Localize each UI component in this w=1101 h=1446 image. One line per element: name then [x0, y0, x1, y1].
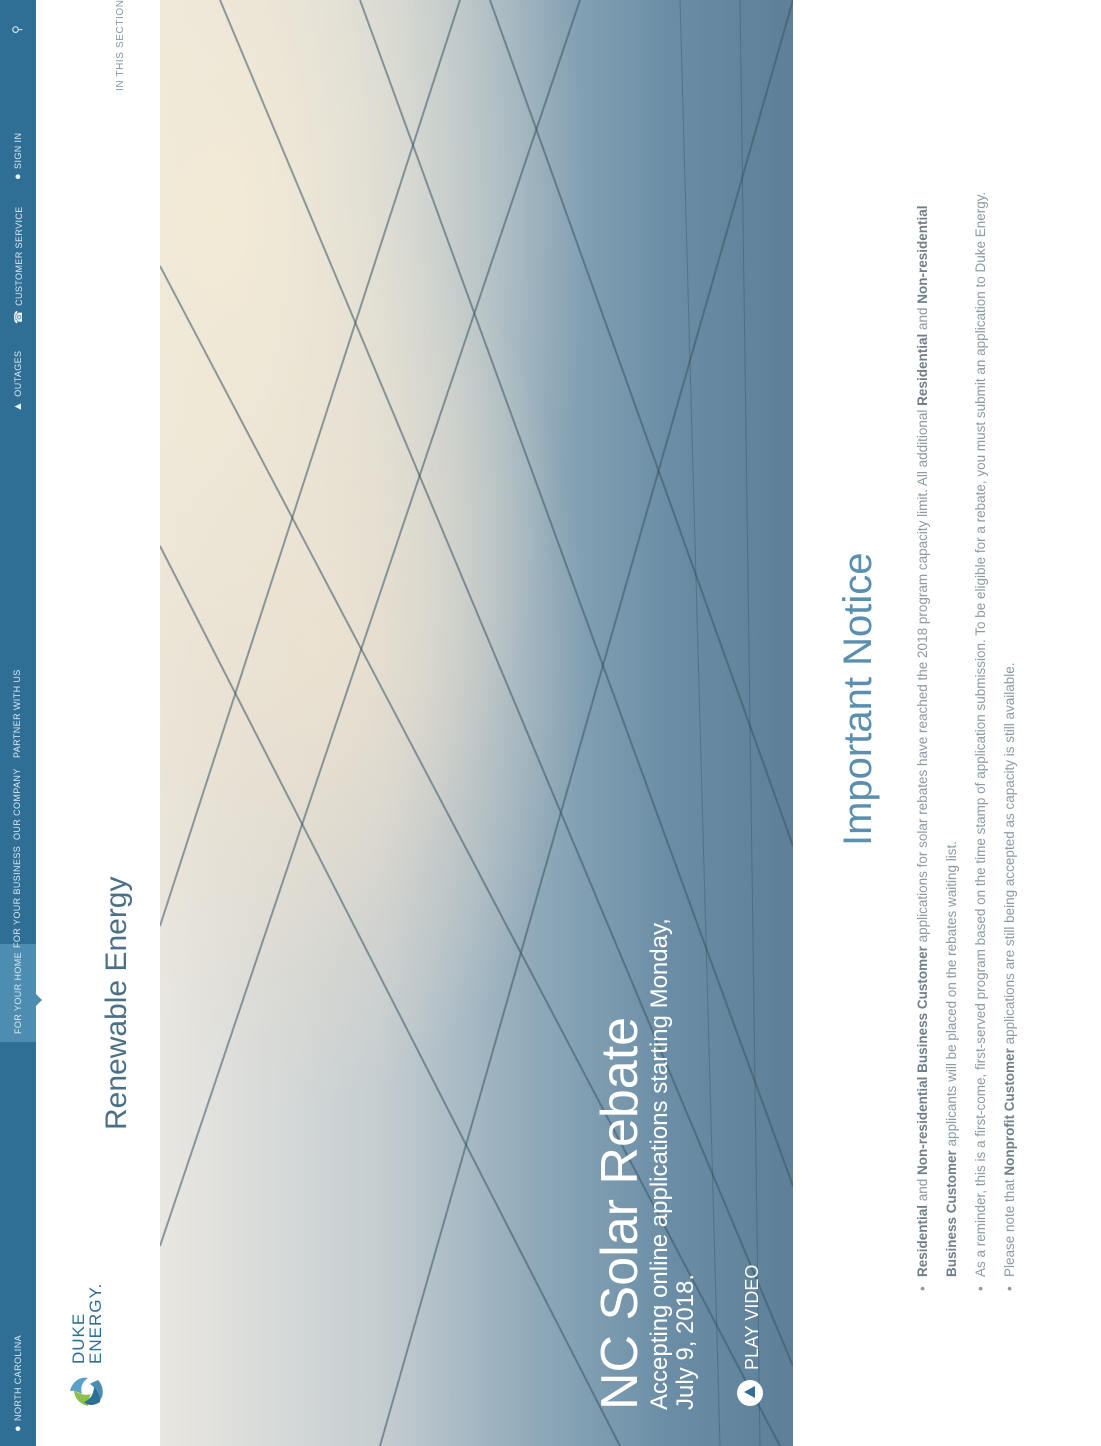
in-this-section-dropdown[interactable]: IN THIS SECTION ⌄: [115, 0, 126, 91]
nav-partner-with-us[interactable]: PARTNER WITH US: [12, 669, 22, 758]
location-pin-icon: ●: [12, 1424, 24, 1432]
list-item: Please note that Nonprofit Customer appl…: [995, 181, 1024, 1291]
logo-wordmark: DUKE ENERGY.: [69, 1282, 105, 1364]
hero-banner: NC Solar Rebate Accepting online applica…: [160, 0, 793, 1446]
active-nav-caret: [36, 994, 42, 1006]
notice-title: Important Notice: [836, 552, 880, 846]
play-video-label: PLAY VIDEO: [742, 1264, 762, 1370]
phone-icon: ☎: [13, 309, 25, 324]
nav-for-your-home[interactable]: FOR YOUR HOME: [0, 943, 36, 1042]
notice-list: Residential and Non-residential Business…: [908, 181, 1024, 1291]
nav-our-company[interactable]: OUR COMPANY: [12, 768, 22, 840]
hero-title: NC Solar Rebate: [591, 1016, 649, 1410]
list-item: As a reminder, this is a first-come, fir…: [966, 181, 995, 1291]
search-icon[interactable]: ⚲: [10, 25, 24, 34]
duke-energy-logo[interactable]: DUKE ENERGY.: [60, 1282, 116, 1412]
nav-for-your-business[interactable]: FOR YOUR BUSINESS: [12, 846, 22, 948]
page-canvas: ●NORTH CAROLINA FOR YOUR HOME FOR YOUR B…: [0, 0, 1101, 1446]
sign-in-link[interactable]: ●SIGN IN: [12, 133, 24, 180]
duke-energy-logo-mark: [70, 1377, 103, 1406]
user-icon: ●: [12, 172, 24, 180]
hero-subtitle: Accepting online applications starting M…: [646, 918, 699, 1410]
section-title: Renewable Energy: [100, 876, 133, 1131]
list-item: Residential and Non-residential Business…: [908, 181, 966, 1291]
play-icon: [737, 1380, 763, 1406]
customer-service-link[interactable]: ☎CUSTOMER SERVICE: [12, 206, 25, 324]
warning-triangle-icon: ▲: [12, 400, 24, 412]
top-nav-bar: ●NORTH CAROLINA FOR YOUR HOME FOR YOUR B…: [0, 0, 36, 1446]
outages-link[interactable]: ▲OUTAGES: [12, 351, 24, 412]
state-selector[interactable]: ●NORTH CAROLINA: [12, 1335, 24, 1432]
